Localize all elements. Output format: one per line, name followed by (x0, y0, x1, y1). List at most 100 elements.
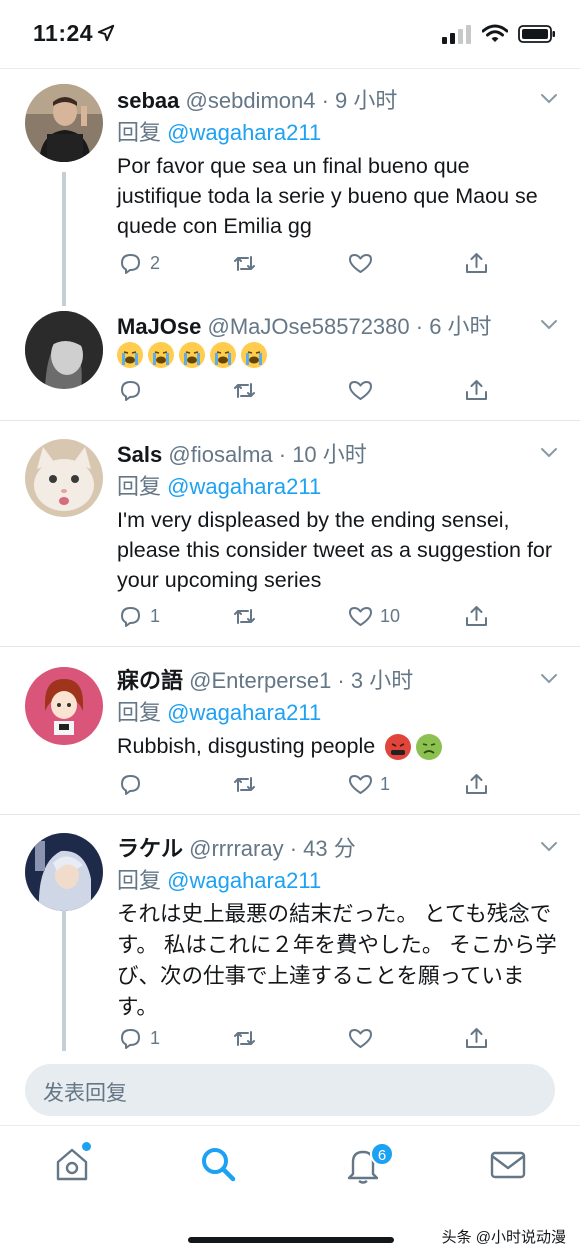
compose-placeholder: 发表回复 (43, 1082, 127, 1105)
chevron-down-icon[interactable] (540, 837, 558, 855)
tweet-majose[interactable]: MaJOse @MaJOse58572380 · 6 小时 (0, 299, 580, 421)
home-indicator-bar[interactable] (188, 1237, 394, 1243)
retweet-button[interactable] (231, 771, 264, 798)
status-bar: 11:24 (0, 0, 580, 68)
like-button[interactable]: 10 (347, 603, 400, 630)
tweet-text-row: Rubbish, disgusting people (117, 731, 557, 761)
reply-icon (121, 607, 140, 627)
tweet-rrrraray[interactable]: ラケル @rrrraray · 43 分 回复 @wagahara211 それは… (0, 815, 580, 1051)
reply-icon (121, 381, 140, 401)
retweet-icon (234, 383, 255, 398)
reply-count: 2 (150, 253, 161, 273)
heart-icon (349, 775, 372, 794)
heart-icon (349, 381, 372, 400)
reply-to-handle[interactable]: @wagahara211 (167, 700, 321, 725)
reply-to-handle[interactable]: @wagahara211 (167, 474, 321, 499)
share-button[interactable] (463, 250, 490, 277)
reply-to-handle[interactable]: @wagahara211 (167, 868, 321, 893)
tweet-text: I'm very displeased by the ending sensei… (117, 508, 553, 592)
tweet-text: Rubbish, disgusting people (117, 734, 376, 758)
heart-icon (349, 254, 372, 273)
chevron-down-icon[interactable] (540, 669, 558, 687)
chevron-down-icon[interactable] (540, 89, 558, 107)
reply-prefix: 回复 (117, 868, 162, 893)
share-button[interactable] (463, 771, 490, 798)
tweet-text: Por favor que sea un final bueno que jus… (117, 154, 538, 238)
avatar[interactable] (25, 84, 103, 162)
share-icon (466, 774, 487, 794)
reply-to-handle[interactable]: @wagahara211 (167, 120, 321, 145)
reply-prefix: 回复 (117, 120, 162, 145)
chevron-down-icon[interactable] (540, 443, 558, 461)
tweet-sebaa[interactable]: sebaa @sebdimon4 · 9 小时 回复 @wagahara211 … (0, 69, 580, 306)
reply-icon (121, 254, 140, 274)
emoji-row (117, 339, 557, 369)
handle-time: @rrrraray · 43 分 (189, 836, 356, 861)
handle-time: @Enterperse1 · 3 小时 (189, 668, 414, 693)
tweet-header: ラケル @rrrraray · 43 分 (117, 831, 356, 863)
share-button[interactable] (463, 1025, 490, 1051)
reply-button[interactable]: 1 (117, 603, 160, 630)
reply-icon (121, 1029, 140, 1049)
like-button[interactable]: 1 (347, 771, 390, 798)
loudly-crying-face-icon (241, 342, 267, 369)
display-name[interactable]: 寐の語 (117, 668, 183, 693)
watermark: 头条 @小时说动漫 (441, 1229, 566, 1246)
reply-count: 1 (150, 1028, 161, 1048)
display-name[interactable]: Sals (117, 442, 162, 467)
reply-prefix: 回复 (117, 700, 162, 725)
status-time: 11:24 (33, 20, 94, 46)
share-button[interactable] (463, 377, 490, 404)
avatar[interactable] (25, 439, 103, 517)
loudly-crying-face-icon (148, 342, 174, 369)
share-button[interactable] (463, 603, 490, 630)
share-icon (466, 1028, 487, 1048)
reply-button[interactable]: 2 (117, 250, 160, 277)
tweet-actions: 1 (117, 1025, 497, 1051)
tab-bar (0, 1125, 580, 1215)
tweet-enterperse[interactable]: 寐の語 @Enterperse1 · 3 小时 回复 @wagahara211 … (0, 647, 580, 815)
tweet-sals[interactable]: Sals @fiosalma · 10 小时 回复 @wagahara211 I… (0, 421, 580, 647)
display-name[interactable]: sebaa (117, 88, 179, 113)
display-name[interactable]: MaJOse (117, 314, 201, 339)
face-with-symbols-on-mouth-icon (385, 734, 412, 761)
retweet-button[interactable] (231, 1025, 264, 1051)
avatar[interactable] (25, 667, 103, 745)
heart-icon (349, 1029, 372, 1048)
nauseated-face-icon (416, 734, 443, 761)
reply-feed[interactable]: sebaa @sebdimon4 · 9 小时 回复 @wagahara211 … (0, 68, 580, 1051)
reply-button[interactable] (117, 377, 150, 404)
avatar[interactable] (25, 311, 103, 389)
retweet-button[interactable] (231, 377, 264, 404)
like-count: 1 (380, 774, 391, 794)
tweet-actions (117, 377, 497, 407)
reply-icon (121, 775, 140, 795)
avatar[interactable] (25, 833, 103, 911)
notifications-badge: 6 (370, 1142, 394, 1166)
tweet-header: Sals @fiosalma · 10 小时 (117, 437, 367, 469)
location-arrow-icon (97, 24, 115, 42)
retweet-icon (234, 777, 255, 792)
like-button[interactable] (347, 1025, 380, 1051)
share-icon (466, 606, 487, 626)
chevron-down-icon[interactable] (540, 315, 558, 333)
retweet-button[interactable] (231, 250, 264, 277)
battery-icon (518, 25, 555, 43)
replying-to: 回复 @wagahara211 (117, 115, 321, 147)
reply-count: 1 (150, 606, 161, 626)
like-button[interactable] (347, 250, 380, 277)
messages-envelope-icon[interactable] (488, 1144, 528, 1184)
search-icon[interactable] (198, 1144, 238, 1184)
home-new-indicator (82, 1142, 91, 1151)
tweet-actions: 1 (117, 771, 497, 801)
tweet-actions: 1 10 (117, 603, 497, 633)
reply-compose-input[interactable]: 发表回复 (25, 1064, 555, 1116)
reply-button[interactable] (117, 771, 150, 798)
like-button[interactable] (347, 377, 380, 404)
reply-button[interactable]: 1 (117, 1025, 160, 1051)
display-name[interactable]: ラケル (117, 836, 183, 861)
retweet-button[interactable] (231, 603, 264, 630)
heart-icon (349, 607, 372, 626)
loudly-crying-face-icon (179, 342, 205, 369)
tweet-header: MaJOse @MaJOse58572380 · 6 小时 (117, 309, 492, 341)
